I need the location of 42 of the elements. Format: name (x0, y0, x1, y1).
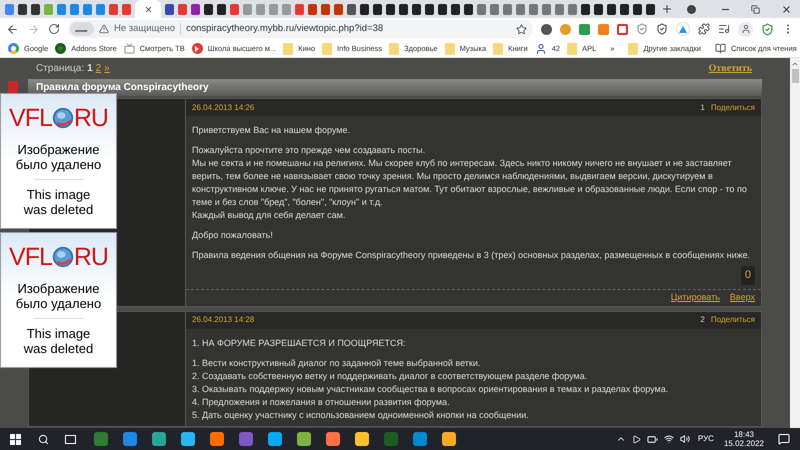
top-link[interactable]: Вверх (730, 290, 755, 304)
security-label: Не защищено (114, 22, 176, 36)
post-number: 2 (700, 314, 705, 326)
notice-text: This image was deleted (22, 187, 94, 217)
topic-header: Правила форума Conspiracytheory (28, 79, 762, 96)
clock[interactable]: 18:43 15.02.2022 (724, 430, 764, 448)
post-text: Пожалуйста прочтите это прежде чем создавать посты. (192, 144, 426, 157)
post-text: 2. Создавать собственную ветку и поддерживать диалог в соответствующем разделе форума. (192, 370, 588, 382)
pagination-label: Страница: (36, 62, 84, 76)
post-text: 3. Оказывать поддержку новым участникам сообщества в вопросах ориентирования в темах и разделах форума. (192, 382, 670, 396)
post-text: Приветствуем Вас на нашем форуме. (192, 124, 351, 137)
share-link[interactable]: Поделиться (710, 314, 755, 326)
post-date: 26.04.2013 14:26 (192, 102, 254, 114)
logo-text: RU (74, 103, 108, 134)
share-link[interactable]: Поделиться (710, 102, 755, 114)
post-text: Правила ведения общения на Форуме Conspiracytheory приведены в 3 (трех) основных разделах, размещенных в сообщениях ниже. (192, 249, 752, 262)
notice-text: Изображение было удалено (14, 142, 102, 172)
post-number: 1 (700, 102, 705, 114)
date-text: 15.02.2022 (724, 439, 764, 448)
post-text: 1. НА ФОРУМЕ РАЗРЕШАЕТСЯ И ПООЩРЯЕТСЯ: (192, 336, 407, 350)
quote-link[interactable]: Цитировать (670, 290, 720, 304)
post-text: Мы не секта и не помешаны на религиях. Мы скорее клуб по интересам. Здесь никто никому ничего не внушает и не заставляет верить, тем более не навязывает свою точку зрения. Мы просто делимся наблюдениями, выдвигаем версии, дискутируем в конструктивном ключе. У нас не принято ругаться матом. Тут обитают взрослые, вежливые и образованные люди. Если спор - то по теме и без слов "бред", "болен", "клоун" и т.д. (192, 157, 748, 209)
post-text: Каждый вывод для себя делает сам. (192, 209, 346, 222)
logo-text: VFL (9, 242, 52, 273)
post-date: 26.04.2013 14:28 (192, 314, 254, 326)
page-link[interactable]: 2 (96, 61, 102, 76)
notice-text: This image was deleted (22, 326, 94, 356)
post-text: Добро пожаловать! (192, 229, 274, 242)
address-bar[interactable]: Не защищено conspiracytheory.mybb.ru/viewtopic.php?id=38 (68, 20, 533, 38)
post-text: 4. Предложения и пожелания в отношении развития форума. (192, 396, 451, 408)
notice-text: Изображение было удалено (14, 281, 102, 311)
next-page-link[interactable]: » (104, 61, 110, 76)
rating-badge[interactable]: 0 (740, 266, 755, 284)
logo-text: RU (74, 242, 108, 273)
reply-link[interactable]: Ответить (708, 61, 752, 76)
url-text: conspiracytheory.mybb.ru/viewtopic.php?id=38 (186, 22, 384, 36)
post-text: 1. Вести конструктивный диалог по заданной теме выбранной ветки. (192, 356, 482, 370)
time-text: 18:43 (734, 430, 754, 439)
logo-text: VFL (9, 103, 52, 134)
page-link[interactable]: 1 (87, 61, 93, 76)
language-indicator[interactable]: РУС (698, 433, 714, 445)
post-text: 5. Дать оценку участнику с использованием одноименной кнопки на сообщении. (192, 408, 530, 422)
